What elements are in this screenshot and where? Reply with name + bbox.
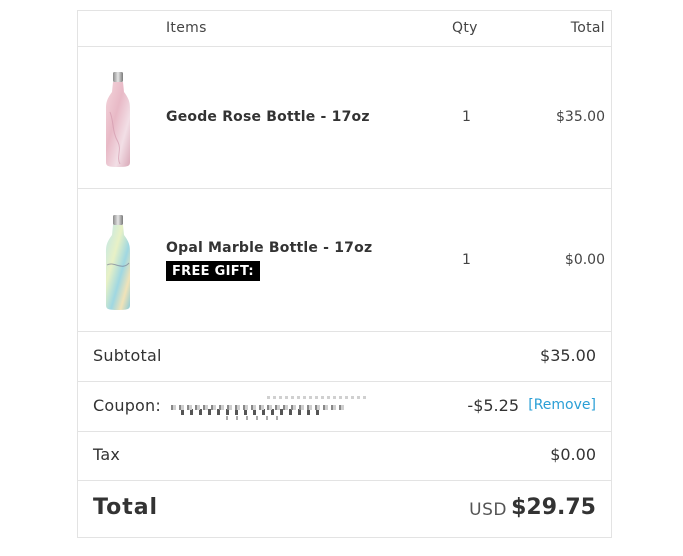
- subtotal-label: Subtotal: [93, 346, 162, 365]
- rose-bottle-image: [106, 72, 130, 167]
- coupon-label: Coupon:: [93, 396, 161, 415]
- tax-value: $0.00: [550, 445, 596, 464]
- table-header: Items Qty Total: [78, 11, 611, 47]
- qty-header: Qty: [452, 20, 478, 36]
- item-total: $0.00: [564, 252, 605, 268]
- subtotal-row: Subtotal $35.00: [78, 332, 611, 382]
- item-name[interactable]: Geode Rose Bottle - 17oz: [166, 109, 370, 125]
- line-item: Opal Marble Bottle - 17oz FREE GIFT: 1 $…: [78, 189, 611, 332]
- remove-coupon-link[interactable]: [Remove]: [528, 397, 596, 413]
- coupon-row: Coupon: -$5.25 [Remove]: [78, 381, 611, 432]
- subtotal-value: $35.00: [540, 346, 596, 365]
- item-name[interactable]: Opal Marble Bottle - 17oz: [166, 240, 372, 256]
- item-qty: 1: [462, 109, 471, 125]
- free-gift-badge: FREE GIFT:: [166, 261, 260, 281]
- total-header: Total: [570, 20, 605, 36]
- tax-label: Tax: [93, 445, 120, 464]
- coupon-amount: -$5.25: [467, 396, 519, 415]
- total-row: Total USD $29.75: [78, 480, 611, 538]
- opal-bottle-image: [106, 215, 130, 310]
- order-summary: Items Qty Total Geode Rose Bottle - 17oz…: [77, 10, 612, 538]
- item-total: $35.00: [556, 109, 605, 125]
- line-item: Geode Rose Bottle - 17oz 1 $35.00: [78, 46, 611, 189]
- tax-row: Tax $0.00: [78, 431, 611, 481]
- item-qty: 1: [462, 252, 471, 268]
- grand-total: $29.75: [511, 495, 596, 520]
- currency-code: USD: [469, 500, 507, 520]
- items-header: Items: [166, 20, 207, 36]
- coupon-code-redacted: [171, 394, 371, 420]
- total-label: Total: [93, 495, 159, 520]
